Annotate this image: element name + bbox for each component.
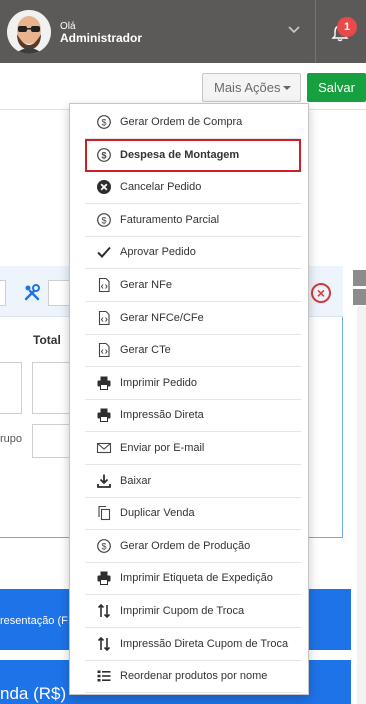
dollar-circle-icon: $ [96, 538, 112, 554]
scrollbar-track[interactable] [357, 306, 366, 704]
menu-item-label: Imprimir Cupom de Troca [120, 605, 245, 617]
check-icon [96, 244, 112, 260]
menu-item[interactable]: Gerar NFCe/CFe [85, 302, 301, 335]
code-file-icon [96, 310, 112, 326]
menu-item-label: Despesa de Montagem [120, 149, 240, 162]
menu-item-label: Enviar por E-mail [120, 442, 205, 454]
menu-item[interactable]: Baixar [85, 465, 301, 498]
dollar-circle-icon: $ [96, 114, 112, 130]
header-divider [315, 0, 316, 63]
menu-item-label: Imprimir Etiqueta de Expedição [120, 572, 273, 585]
menu-item-label: Imprimir Pedido [120, 376, 198, 389]
menu-item-label: Gerar Ordem de Produção [120, 539, 251, 552]
menu-item-label: Impressão Direta [120, 409, 204, 422]
avatar[interactable] [7, 10, 51, 54]
list-icon [96, 668, 112, 684]
menu-item-label: Gerar NFCe/CFe [120, 311, 204, 324]
more-actions-button[interactable]: Mais Ações [202, 73, 301, 102]
menu-item[interactable]: Gerar NFe [85, 269, 301, 302]
menu-item[interactable]: $ Despesa de Montagem [85, 138, 301, 172]
menu-item[interactable]: $ Gerar Ordem de Compra [85, 106, 301, 139]
svg-text:$: $ [101, 150, 106, 160]
panel-field[interactable] [48, 280, 70, 306]
menu-item-label: Duplicar Venda [120, 507, 195, 520]
swap-vertical-icon [96, 603, 112, 619]
panel-field[interactable] [0, 280, 6, 306]
chevron-down-icon[interactable] [286, 24, 302, 36]
menu-item-label: Faturamento Parcial [120, 213, 220, 226]
printer-icon [96, 375, 112, 391]
tools-icon[interactable] [22, 283, 42, 303]
caret-down-icon [283, 86, 291, 90]
printer-icon [96, 407, 112, 423]
menu-item[interactable]: $ Gerar Ordem de Produção [85, 530, 301, 563]
menu-item-label: Gerar NFe [120, 279, 172, 291]
avatar-image [7, 10, 51, 54]
menu-item-label: Gerar CTe [120, 344, 171, 357]
copy-icon [96, 505, 112, 521]
swap-vertical-icon [96, 636, 112, 652]
envelope-icon [96, 440, 112, 456]
menu-item[interactable]: Impressão Direta [85, 399, 301, 433]
menu-item[interactable]: Aprovar Pedido [85, 236, 301, 270]
code-file-icon [96, 277, 112, 293]
more-actions-label: Mais Ações [214, 80, 281, 95]
menu-item-label: Cancelar Pedido [120, 181, 202, 194]
total-label: Total [33, 333, 61, 347]
panel-field[interactable] [0, 362, 22, 414]
dollar-circle-icon: $ [96, 212, 112, 228]
scroll-up-button[interactable] [353, 270, 366, 286]
menu-item[interactable]: Impressão Direta Cupom de Troca [85, 628, 301, 661]
username-text: Administrador [60, 31, 143, 45]
scroll-down-button[interactable] [353, 289, 366, 305]
menu-item[interactable]: Imprimir Etiqueta de Expedição [85, 562, 301, 596]
grupo-label: rupo [0, 433, 23, 445]
top-header [0, 0, 366, 63]
sales-section-label: nda (R$) [0, 684, 67, 703]
total-field[interactable] [32, 362, 72, 414]
svg-text:$: $ [101, 215, 106, 225]
more-actions-menu: $ Gerar Ordem de Compra $ Despesa de Montag… [69, 103, 309, 695]
close-icon[interactable]: × [311, 283, 331, 303]
grupo-field[interactable] [32, 424, 72, 458]
menu-item[interactable]: Gerar CTe [85, 334, 301, 368]
menu-item-label: Gerar Ordem de Compra [120, 116, 243, 128]
menu-item[interactable]: Duplicar Venda [85, 497, 301, 531]
printer-icon [96, 570, 112, 586]
x-circle-icon [96, 179, 112, 195]
presentation-tab-label: resentação (F [0, 615, 68, 627]
menu-item-label: Aprovar Pedido [120, 246, 196, 259]
menu-item[interactable]: Imprimir Cupom de Troca [85, 595, 301, 628]
download-icon [96, 473, 112, 489]
menu-item-label: Baixar [120, 474, 152, 487]
menu-item[interactable]: $ Faturamento Parcial [85, 204, 301, 237]
menu-item[interactable]: Cancelar Pedido [85, 171, 301, 205]
menu-item-label: Reordenar produtos por nome [120, 670, 268, 683]
menu-item-label: Impressão Direta Cupom de Troca [120, 637, 289, 650]
menu-item[interactable]: Reordenar produtos por nome [85, 660, 301, 694]
code-file-icon [96, 342, 112, 358]
menu-item[interactable]: Imprimir Pedido [85, 367, 301, 400]
dollar-circle-icon: $ [96, 147, 112, 163]
save-button[interactable]: Salvar [307, 73, 366, 102]
menu-item[interactable]: Enviar por E-mail [85, 432, 301, 465]
svg-text:$: $ [101, 117, 106, 127]
notification-badge[interactable]: 1 [337, 17, 357, 37]
svg-text:$: $ [101, 541, 106, 551]
